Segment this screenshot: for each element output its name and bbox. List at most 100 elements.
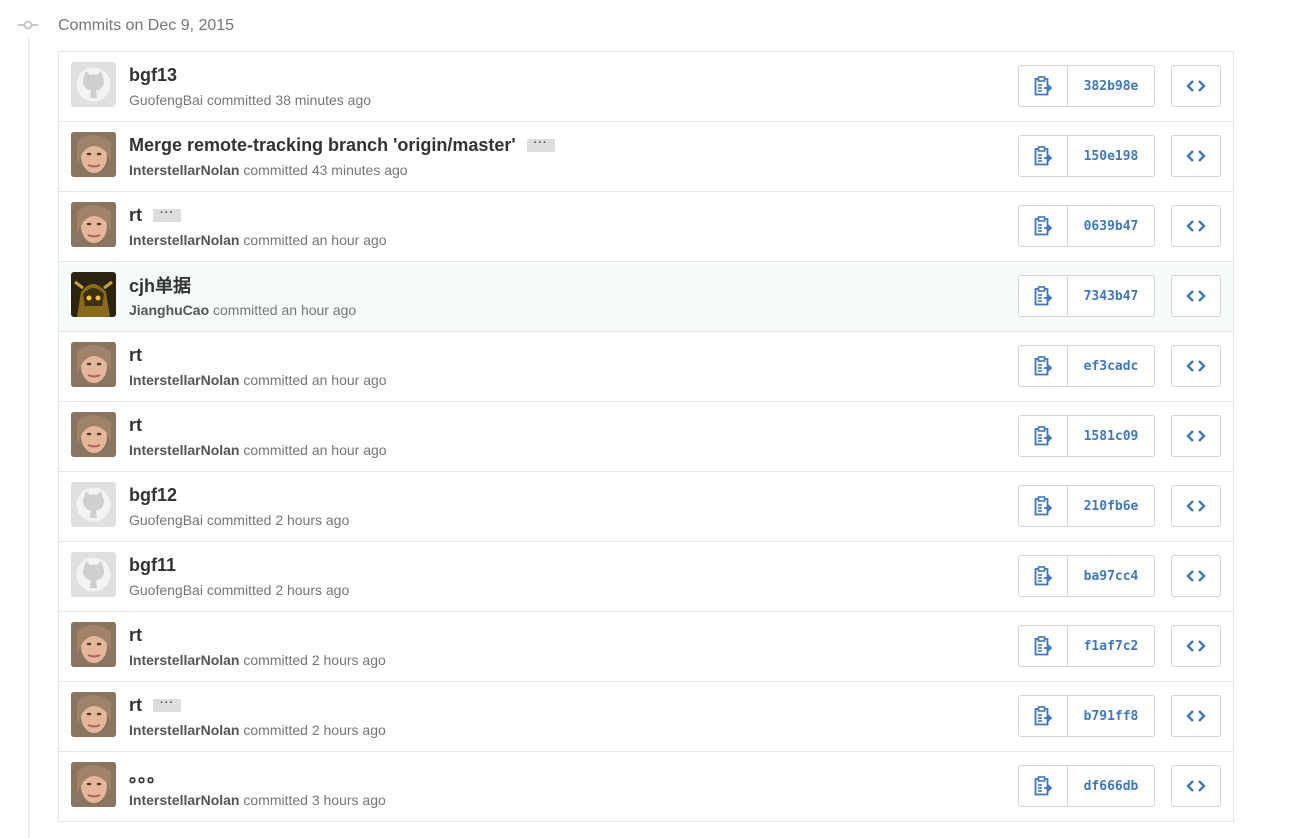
avatar[interactable] (71, 552, 116, 597)
commit-sha-link[interactable]: 1581c09 (1068, 416, 1154, 456)
commit-meta: InterstellarNolan committed 43 minutes a… (129, 162, 408, 178)
commit-sha-link[interactable]: 382b98e (1068, 66, 1154, 106)
commit-sha-group: 150e198 (1018, 135, 1155, 177)
commit-sha-link[interactable]: 0639b47 (1068, 206, 1154, 246)
commit-author[interactable]: InterstellarNolan (129, 372, 239, 388)
user-photo-avatar (71, 692, 116, 737)
commit-group-title: Commits on Dec 9, 2015 (58, 17, 235, 34)
user-photo-avatar (71, 412, 116, 457)
commit-author[interactable]: GuofengBai (129, 582, 203, 598)
clipboard-icon (1034, 286, 1052, 306)
browse-code-button[interactable] (1171, 765, 1221, 807)
browse-code-button[interactable] (1171, 205, 1221, 247)
avatar[interactable] (71, 412, 116, 457)
commit-title[interactable]: bgf13 (129, 65, 177, 86)
copy-sha-button[interactable] (1019, 206, 1068, 246)
commit-sha-link[interactable]: ef3cadc (1068, 346, 1154, 386)
clipboard-icon (1034, 216, 1052, 236)
commit-time: 2 hours ago (275, 582, 350, 598)
commit-author[interactable]: InterstellarNolan (129, 442, 239, 458)
commit-message-line: cjh单据 (129, 274, 191, 296)
commit-author[interactable]: JianghuCao (129, 302, 209, 318)
copy-sha-button[interactable] (1019, 766, 1068, 806)
expand-message-button[interactable]: ··· (526, 137, 555, 152)
commit-title[interactable]: bgf11 (129, 555, 176, 576)
commit-author[interactable]: InterstellarNolan (129, 722, 239, 738)
commit-title[interactable]: rt (129, 345, 142, 366)
browse-code-button[interactable] (1171, 415, 1221, 457)
browse-code-button[interactable] (1171, 485, 1221, 527)
commit-sha-link[interactable]: b791ff8 (1068, 696, 1154, 736)
browse-code-button[interactable] (1171, 345, 1221, 387)
commit-sha-link[interactable]: 210fb6e (1068, 486, 1154, 526)
commit-sha-link[interactable]: 7343b47 (1068, 276, 1154, 316)
commit-author[interactable]: InterstellarNolan (129, 162, 239, 178)
copy-sha-button[interactable] (1019, 136, 1068, 176)
copy-sha-button[interactable] (1019, 346, 1068, 386)
commit-meta: InterstellarNolan committed 3 hours ago (129, 792, 386, 808)
user-photo-avatar (71, 342, 116, 387)
commit-author[interactable]: InterstellarNolan (129, 792, 239, 808)
code-icon (1186, 80, 1206, 92)
avatar[interactable] (71, 62, 116, 107)
commit-sha-link[interactable]: f1af7c2 (1068, 626, 1154, 666)
browse-code-button[interactable] (1171, 625, 1221, 667)
copy-sha-button[interactable] (1019, 556, 1068, 596)
avatar[interactable] (71, 132, 116, 177)
browse-code-button[interactable] (1171, 275, 1221, 317)
commit-title[interactable]: Merge remote-tracking branch 'origin/mas… (129, 135, 516, 156)
copy-sha-button[interactable] (1019, 276, 1068, 316)
clipboard-icon (1034, 706, 1052, 726)
commit-sha-link[interactable]: df666db (1068, 766, 1154, 806)
avatar[interactable] (71, 692, 116, 737)
browse-code-button[interactable] (1171, 135, 1221, 177)
game-character-avatar (71, 272, 116, 317)
commit-title[interactable]: rt (129, 415, 142, 436)
avatar[interactable] (71, 342, 116, 387)
commit-title[interactable]: rt (129, 205, 142, 226)
commit-time: an hour ago (311, 372, 387, 388)
commit-title[interactable]: rt (129, 625, 142, 646)
commit-sha-link[interactable]: 150e198 (1068, 136, 1154, 176)
commit-row: rt InterstellarNolan committed 2 hours a… (59, 612, 1233, 682)
copy-sha-button[interactable] (1019, 66, 1068, 106)
commit-meta: JianghuCao committed an hour ago (129, 302, 356, 318)
commit-message-line: 。。。 (129, 764, 165, 786)
commit-meta: InterstellarNolan committed 2 hours ago (129, 722, 386, 738)
copy-sha-button[interactable] (1019, 486, 1068, 526)
copy-sha-button[interactable] (1019, 416, 1068, 456)
copy-sha-button[interactable] (1019, 696, 1068, 736)
avatar[interactable] (71, 762, 116, 807)
clipboard-icon (1034, 776, 1052, 796)
clipboard-icon (1034, 426, 1052, 446)
avatar[interactable] (71, 622, 116, 667)
avatar[interactable] (71, 482, 116, 527)
commit-author[interactable]: InterstellarNolan (129, 232, 239, 248)
commit-sha-group: 1581c09 (1018, 415, 1155, 457)
browse-code-button[interactable] (1171, 555, 1221, 597)
commit-message-line: rt (129, 344, 142, 366)
commit-title[interactable]: rt (129, 695, 142, 716)
commit-row: rt InterstellarNolan committed an hour a… (59, 332, 1233, 402)
avatar[interactable] (71, 202, 116, 247)
copy-sha-button[interactable] (1019, 626, 1068, 666)
commit-time: 38 minutes ago (275, 92, 372, 108)
commit-title[interactable]: cjh单据 (129, 272, 191, 298)
code-icon (1186, 640, 1206, 652)
browse-code-button[interactable] (1171, 65, 1221, 107)
commit-author[interactable]: GuofengBai (129, 512, 203, 528)
commit-title[interactable]: bgf12 (129, 485, 177, 506)
commit-author[interactable]: GuofengBai (129, 92, 203, 108)
expand-message-button[interactable]: ··· (153, 697, 181, 712)
commit-title[interactable]: 。。。 (129, 762, 165, 788)
commit-author[interactable]: InterstellarNolan (129, 652, 239, 668)
avatar[interactable] (71, 272, 116, 317)
clipboard-icon (1034, 496, 1052, 516)
commit-sha-link[interactable]: ba97cc4 (1068, 556, 1154, 596)
expand-message-button[interactable]: ··· (153, 207, 181, 222)
browse-code-button[interactable] (1171, 695, 1221, 737)
code-icon (1186, 430, 1206, 442)
user-photo-avatar (71, 762, 116, 807)
code-icon (1186, 570, 1206, 582)
commit-row: Merge remote-tracking branch 'origin/mas… (59, 122, 1233, 192)
